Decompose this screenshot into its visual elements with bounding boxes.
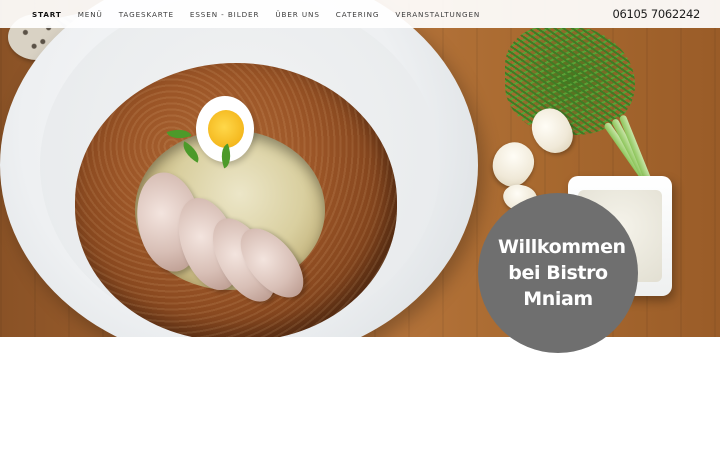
welcome-heading: Willkommen bei Bistro Mniam: [498, 234, 626, 312]
welcome-line-2: bei Bistro: [508, 262, 608, 284]
welcome-badge: Willkommen bei Bistro Mniam: [478, 193, 638, 353]
welcome-line-3: Mniam: [523, 288, 593, 310]
nav-menu: START MENÜ TAGESKARTE ESSEN - BILDER ÜBE…: [32, 10, 496, 19]
welcome-line-1: Willkommen: [498, 236, 626, 258]
nav-item-veranstaltungen[interactable]: VERANSTALTUNGEN: [395, 10, 480, 19]
nav-item-essen-bilder[interactable]: ESSEN - BILDER: [190, 10, 259, 19]
nav-item-tageskarte[interactable]: TAGESKARTE: [119, 10, 174, 19]
nav-item-catering[interactable]: CATERING: [336, 10, 380, 19]
nav-item-menu[interactable]: MENÜ: [78, 10, 103, 19]
nav-item-ueber-uns[interactable]: ÜBER UNS: [275, 10, 319, 19]
phone-number-link[interactable]: 06105 7062242: [612, 7, 700, 21]
nav-item-start[interactable]: START: [32, 10, 62, 19]
top-navbar: START MENÜ TAGESKARTE ESSEN - BILDER ÜBE…: [0, 0, 720, 28]
